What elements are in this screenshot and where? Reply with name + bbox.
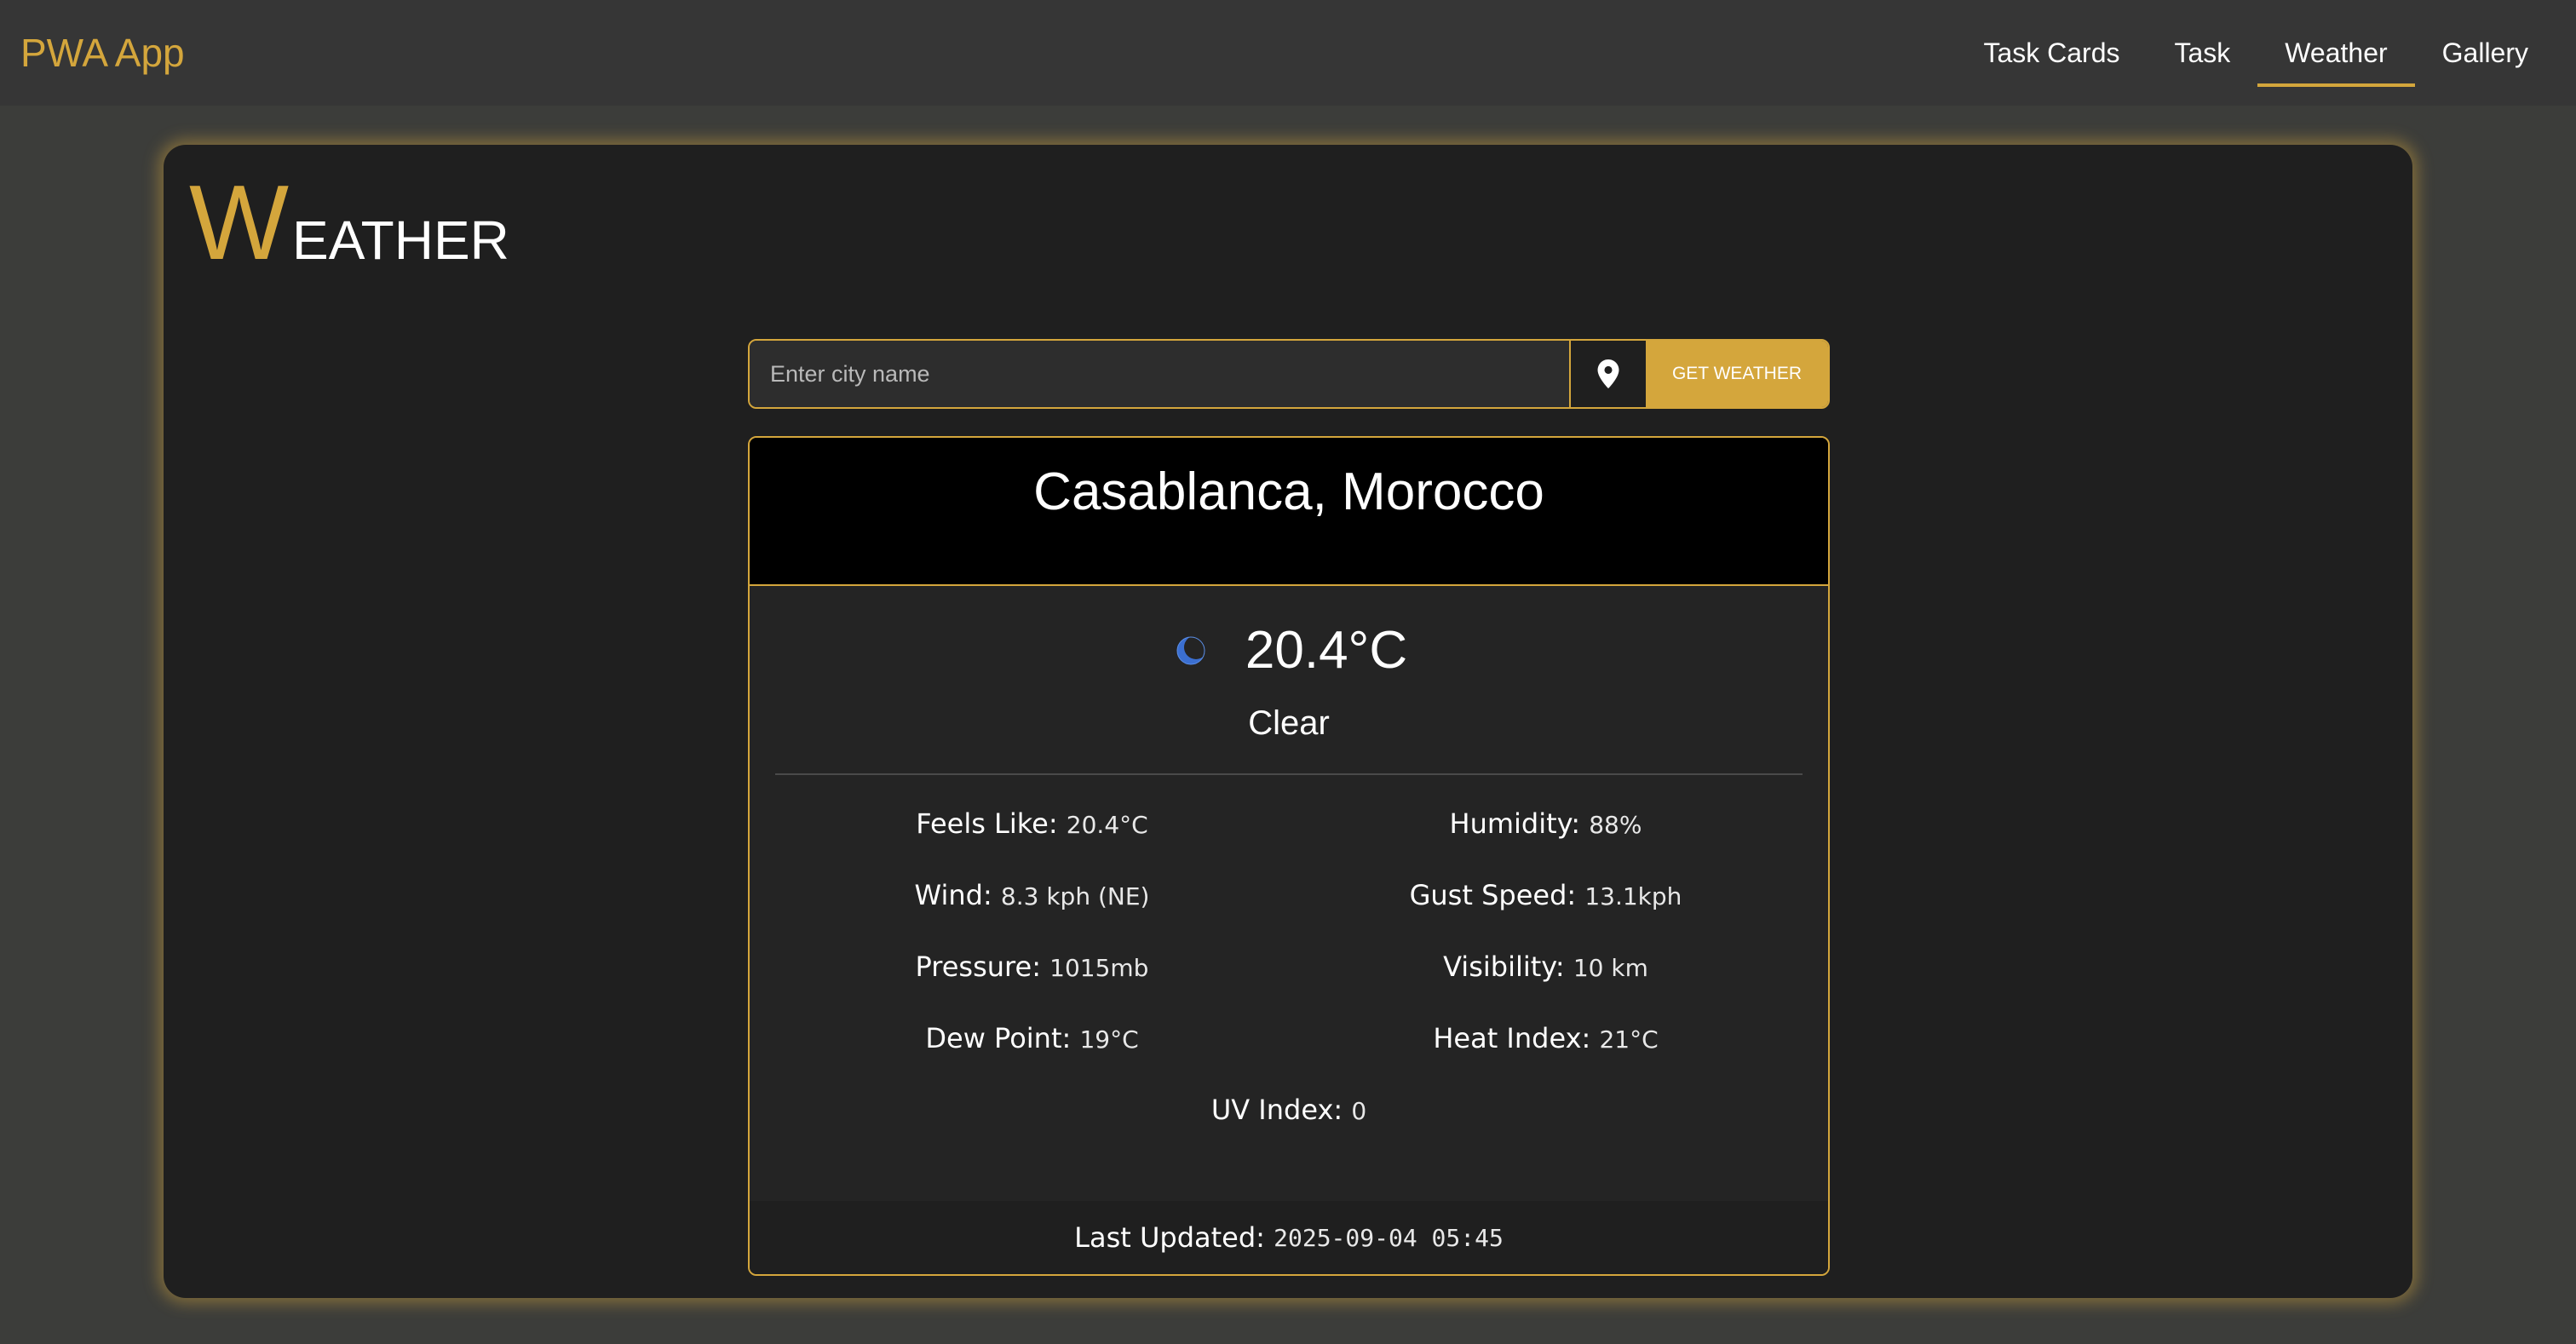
temperature-value: 20.4°C [1245,621,1408,680]
detail-label: Gust Speed [1409,879,1567,911]
city-name: Casablanca, Morocco [1033,462,1544,521]
detail-heat-index: Heat Index: 21°C [1433,1022,1659,1054]
weather-condition: Clear [1248,704,1330,742]
weather-card: Casablanca, Morocco 20.4°C Clear Feels L… [748,436,1830,1276]
detail-wind: Wind: 8.3 kph (NE) [914,879,1150,911]
detail-value: 1015mb [1049,954,1149,982]
get-weather-button[interactable]: GET WEATHER [1646,341,1828,407]
detail-value: 0 [1351,1097,1367,1125]
last-updated-label: Last Updated [1074,1221,1256,1254]
nav-item-gallery[interactable]: Gallery [2415,0,2556,106]
nav-item-task[interactable]: Task [2147,0,2257,106]
top-navbar: PWA App Task Cards Task Weather Gallery [0,0,2576,106]
temperature-row: 20.4°C [750,620,1828,681]
page-title: W EATHER [189,170,509,276]
detail-label: Heat Index [1433,1022,1582,1054]
city-search-input[interactable] [750,341,1569,407]
weather-details: Feels Like: 20.4°C Humidity: 88% Wind: 8… [750,807,1828,1126]
page-title-initial: W [189,164,290,282]
detail-gust-speed: Gust Speed: 13.1kph [1409,879,1682,911]
detail-label: Pressure [915,951,1032,983]
detail-feels-like: Feels Like: 20.4°C [916,807,1148,840]
detail-label: Humidity [1449,807,1572,840]
detail-label: Dew Point [925,1022,1062,1054]
nav-links: Task Cards Task Weather Gallery [1956,0,2556,106]
moon-icon [1176,635,1208,664]
detail-label: Visibility [1443,951,1555,983]
nav-item-weather[interactable]: Weather [2257,0,2416,106]
detail-value: 21°C [1599,1025,1659,1054]
divider [775,773,1803,775]
nav-item-task-cards[interactable]: Task Cards [1956,0,2147,106]
page-title-rest: EATHER [292,210,509,271]
detail-value: 10 km [1573,954,1648,982]
detail-label: Feels Like [916,807,1049,840]
detail-pressure: Pressure: 1015mb [915,951,1149,983]
detail-value: 20.4°C [1066,811,1148,839]
detail-dew-point: Dew Point: 19°C [925,1022,1139,1054]
detail-value: 13.1kph [1584,882,1682,910]
app-brand[interactable]: PWA App [20,30,185,76]
weather-panel: W EATHER GET WEATHER Casablanca, Morocco… [164,145,2412,1298]
weather-card-header: Casablanca, Morocco [750,438,1828,586]
map-pin-icon [1597,359,1619,388]
detail-value: 8.3 kph (NE) [1000,882,1150,910]
detail-uv-index: UV Index: 0 [1210,1094,1367,1126]
detail-value: 19°C [1079,1025,1139,1054]
detail-label: Wind [914,879,983,911]
detail-visibility: Visibility: 10 km [1443,951,1648,983]
search-bar: GET WEATHER [748,339,1830,409]
detail-label: UV Index [1210,1094,1334,1126]
detail-humidity: Humidity: 88% [1449,807,1642,840]
detail-value: 88% [1589,811,1642,839]
last-updated-value: 2025-09-04 05:45 [1274,1223,1504,1252]
last-updated: Last Updated: 2025-09-04 05:45 [750,1201,1828,1274]
locate-button[interactable] [1569,341,1646,407]
